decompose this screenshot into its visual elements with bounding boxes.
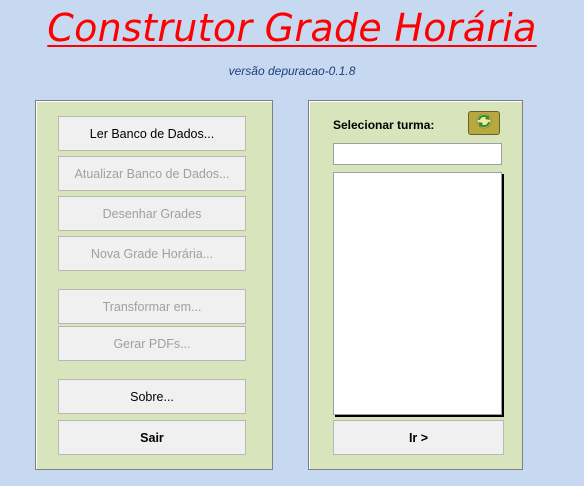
select-class-label: Selecionar turma: [333,118,435,132]
read-database-button[interactable]: Ler Banco de Dados... [58,116,246,151]
new-schedule-button[interactable]: Nova Grade Horária... [58,236,246,271]
class-list[interactable] [333,172,502,415]
version-label: versão depuracao-0.1.8 [228,64,356,78]
go-button[interactable]: Ir > [333,420,504,455]
transform-button[interactable]: Transformar em... [58,289,246,324]
exit-button[interactable]: Sair [58,420,246,455]
draw-grids-button[interactable]: Desenhar Grades [58,196,246,231]
refresh-button[interactable] [468,111,500,135]
class-selection-panel: Selecionar turma: Ir > [308,100,523,470]
about-button[interactable]: Sobre... [58,379,246,414]
refresh-icon [474,112,494,135]
generate-pdfs-button[interactable]: Gerar PDFs... [58,326,246,361]
app-title: Construtor Grade Horária [47,6,537,50]
actions-panel: Ler Banco de Dados... Atualizar Banco de… [35,100,273,470]
class-input[interactable] [333,143,502,165]
update-database-button[interactable]: Atualizar Banco de Dados... [58,156,246,191]
